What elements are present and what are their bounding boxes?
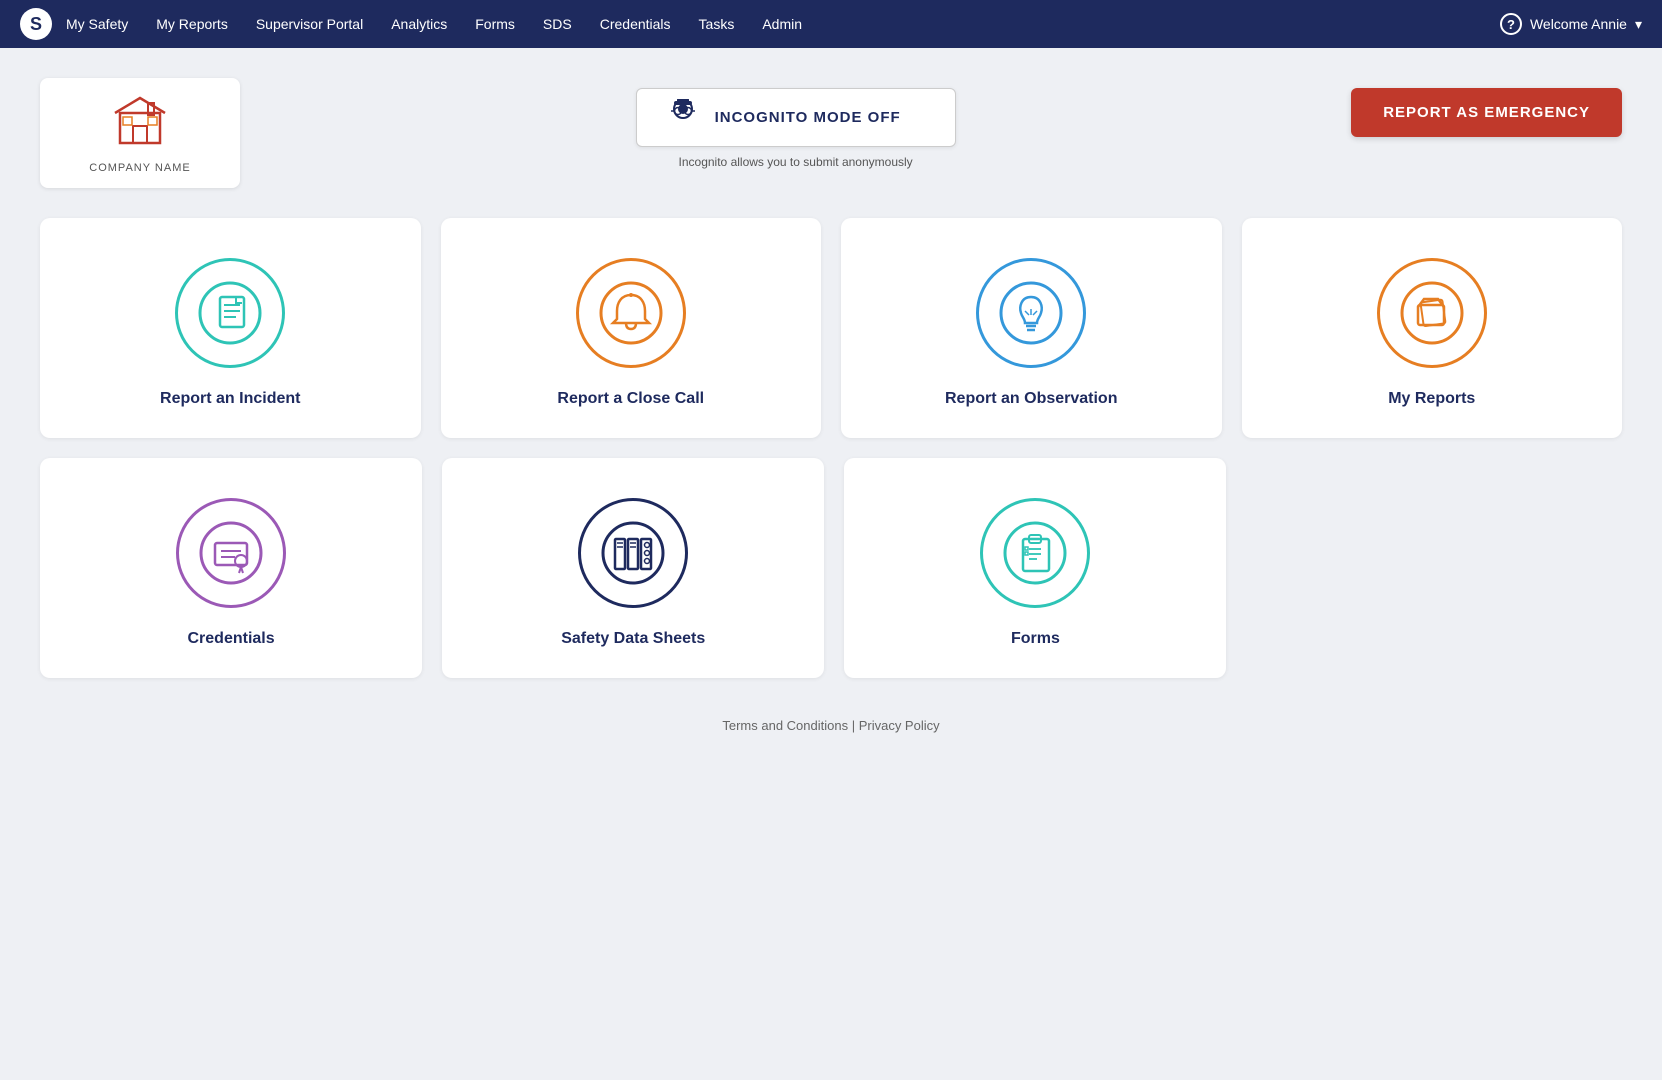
nav-user-area[interactable]: ? Welcome Annie ▾ [1500,13,1642,35]
nav-logo-letter: S [30,14,42,35]
nav-logo[interactable]: S [20,8,52,40]
terms-link[interactable]: Terms and Conditions [722,718,848,733]
company-logo-box: COMPANY NAME [40,78,240,188]
my-reports-card-card[interactable]: My Reports [1242,218,1623,438]
top-row: COMPANY NAME [40,78,1622,188]
report-incident-label: Report an Incident [160,390,300,408]
nav-link-admin-nav[interactable]: Admin [762,16,802,32]
report-close-call-card[interactable]: Report a Close Call [441,218,822,438]
nav-link-my-reports-nav[interactable]: My Reports [156,16,228,32]
incognito-button[interactable]: INCOGNITO MODE OFF [636,88,956,147]
privacy-link[interactable]: Privacy Policy [859,718,940,733]
main-nav: S My Safety My Reports Supervisor Portal An… [0,0,1662,48]
my-reports-card-label: My Reports [1388,390,1475,408]
help-icon[interactable]: ? [1500,13,1522,35]
report-close-call-label: Report a Close Call [557,390,704,408]
incognito-area: INCOGNITO MODE OFF Incognito allows you … [636,88,956,169]
forms-card-label: Forms [1011,630,1060,648]
main-content: COMPANY NAME [0,48,1662,763]
report-incident-card[interactable]: Report an Incident [40,218,421,438]
safety-data-sheets-card-card[interactable]: Safety Data Sheets [442,458,824,678]
nav-link-analytics[interactable]: Analytics [391,16,447,32]
forms-card-card[interactable]: Forms [844,458,1226,678]
my-reports-card-icon-circle [1377,258,1487,368]
emergency-button[interactable]: REPORT AS EMERGENCY [1351,88,1622,137]
safety-data-sheets-card-label: Safety Data Sheets [561,630,705,648]
nav-link-tasks-nav[interactable]: Tasks [699,16,735,32]
welcome-text: Welcome Annie [1530,16,1627,32]
nav-link-credentials-nav[interactable]: Credentials [600,16,671,32]
report-incident-icon-circle [175,258,285,368]
report-observation-card[interactable]: Report an Observation [841,218,1222,438]
report-observation-label: Report an Observation [945,390,1117,408]
nav-links: My Safety My Reports Supervisor Portal Anal… [66,16,1500,32]
credentials-card-card[interactable]: Credentials [40,458,422,678]
bottom-cards-grid: Credentials Safety Data Sheets [40,458,1227,678]
incognito-spy-icon [665,99,701,136]
incognito-sub: Incognito allows you to submit anonymous… [679,155,913,169]
company-logo-icon [110,93,170,158]
safety-data-sheets-card-icon-circle [578,498,688,608]
credentials-card-label: Credentials [188,630,275,648]
incognito-label: INCOGNITO MODE OFF [715,109,901,126]
forms-card-icon-circle [980,498,1090,608]
nav-link-my-safety[interactable]: My Safety [66,16,128,32]
report-close-call-icon-circle [576,258,686,368]
company-name: COMPANY NAME [89,162,190,174]
top-cards-grid: Report an Incident Report a Close Call [40,218,1622,438]
footer-separator: | [848,718,859,733]
nav-link-sds-nav[interactable]: SDS [543,16,572,32]
report-observation-icon-circle [976,258,1086,368]
footer: Terms and Conditions | Privacy Policy [40,718,1622,733]
credentials-card-icon-circle [176,498,286,608]
dropdown-arrow-icon[interactable]: ▾ [1635,16,1642,33]
nav-link-supervisor-portal[interactable]: Supervisor Portal [256,16,363,32]
nav-link-forms-nav[interactable]: Forms [475,16,515,32]
